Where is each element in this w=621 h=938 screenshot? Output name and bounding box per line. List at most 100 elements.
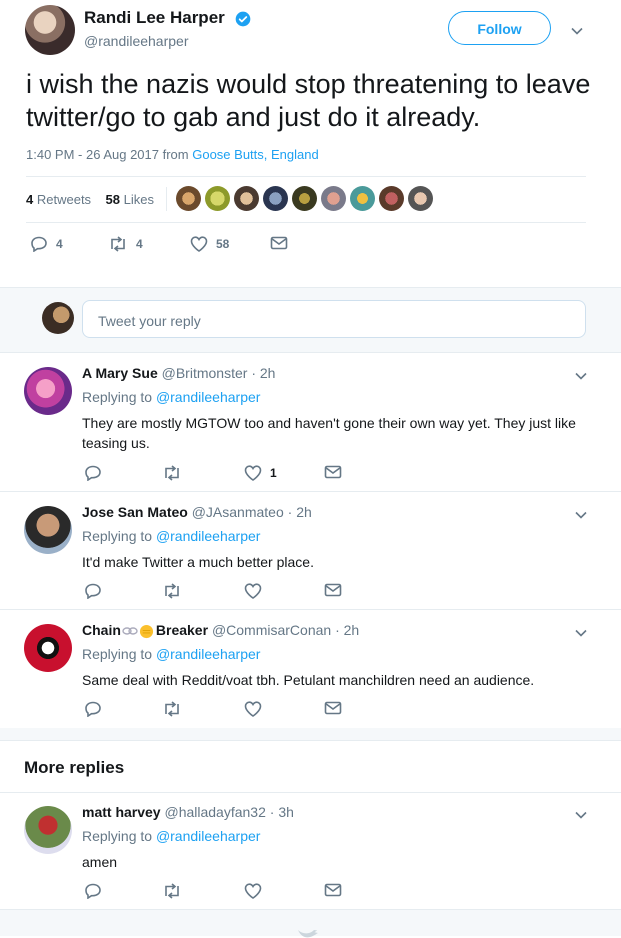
retweet-count: 4: [136, 237, 143, 251]
liker-avatar[interactable]: [321, 186, 346, 211]
reply-action[interactable]: 4: [30, 236, 63, 252]
dm-action[interactable]: [324, 701, 342, 715]
replying-to-link[interactable]: @randileeharper: [156, 389, 261, 405]
reply-actions: [84, 701, 364, 721]
reply-text: It'd make Twitter a much better place.: [82, 554, 314, 570]
dm-icon: [324, 701, 342, 715]
author-avatar[interactable]: [25, 5, 75, 55]
replying-to-link[interactable]: @randileeharper: [156, 528, 261, 544]
current-user-avatar: [42, 302, 74, 334]
heart-icon: [190, 236, 208, 252]
reply-avatar[interactable]: [24, 806, 72, 854]
chevron-down-icon[interactable]: [574, 626, 588, 640]
reply-action[interactable]: [84, 583, 102, 599]
like-count: 1: [270, 466, 277, 480]
reply-author-name-part2[interactable]: Breaker: [156, 622, 208, 638]
reply-input-placeholder: Tweet your reply: [98, 313, 201, 329]
reply-item[interactable]: A Mary Sue @Britmonster · 2h Replying to…: [0, 353, 621, 492]
liker-avatar[interactable]: [350, 186, 375, 211]
reply-actions: [84, 583, 364, 603]
retweet-icon: [165, 701, 179, 717]
reply-input[interactable]: Tweet your reply: [82, 300, 586, 338]
dm-icon: [324, 583, 342, 597]
retweet-action[interactable]: [162, 583, 182, 599]
reply-item[interactable]: Chain Breaker @CommisarConan · 2h Replyin…: [0, 610, 621, 728]
chevron-down-icon[interactable]: [574, 808, 588, 822]
liker-avatar[interactable]: [234, 186, 259, 211]
reply-icon: [85, 883, 101, 899]
chevron-down-icon[interactable]: [574, 369, 588, 383]
replying-to: Replying to @randileeharper: [82, 528, 261, 544]
reply-author-handle[interactable]: @halladayfan32: [164, 804, 265, 820]
retweet-icon: [165, 583, 179, 599]
reply-author-name[interactable]: Jose San Mateo: [82, 504, 188, 520]
dm-icon: [270, 236, 288, 250]
dm-action[interactable]: [270, 236, 288, 250]
author-handle[interactable]: @randileeharper: [84, 33, 189, 49]
chevron-down-icon[interactable]: [570, 24, 584, 38]
dm-icon: [324, 883, 342, 897]
reply-time[interactable]: 2h: [296, 504, 312, 520]
retweet-action[interactable]: 4: [108, 236, 143, 252]
reply-author-name[interactable]: A Mary Sue: [82, 365, 158, 381]
retweet-icon: [165, 465, 179, 481]
liker-avatar[interactable]: [292, 186, 317, 211]
like-action[interactable]: [244, 883, 262, 899]
reply-author-handle[interactable]: @JAsanmateo: [192, 504, 284, 520]
heart-icon: [244, 701, 262, 717]
likes-stat[interactable]: 58 Likes: [106, 192, 154, 207]
liker-avatar[interactable]: [379, 186, 404, 211]
liker-avatar[interactable]: [263, 186, 288, 211]
reply-author-name[interactable]: matt harvey: [82, 804, 161, 820]
liker-avatar[interactable]: [205, 186, 230, 211]
liker-avatar[interactable]: [408, 186, 433, 211]
tweet-timestamp[interactable]: 1:40 PM - 26 Aug 2017: [26, 147, 159, 162]
reply-author-name[interactable]: Chain: [82, 622, 121, 638]
reply-avatar[interactable]: [24, 506, 72, 554]
reply-item[interactable]: matt harvey @halladayfan32 · 3h Replying…: [0, 792, 621, 910]
heart-icon: [244, 465, 262, 481]
retweets-stat[interactable]: 4 Retweets: [26, 192, 91, 207]
stats-separator: [166, 187, 167, 211]
reply-time[interactable]: 2h: [344, 622, 360, 638]
chain-emoji-icon: [122, 627, 138, 635]
reply-time[interactable]: 3h: [278, 804, 294, 820]
reply-header: Chain Breaker @CommisarConan · 2h: [82, 622, 360, 638]
replying-to-link[interactable]: @randileeharper: [156, 646, 261, 662]
like-action[interactable]: 58: [190, 236, 229, 252]
reply-action[interactable]: [84, 465, 102, 481]
replying-to: Replying to @randileeharper: [82, 646, 261, 662]
tweet-actions: 4 4 58: [30, 236, 330, 258]
reply-time[interactable]: 2h: [260, 365, 276, 381]
like-action[interactable]: 1: [244, 465, 277, 481]
reply-text: Same deal with Reddit/voat tbh. Petulant…: [82, 672, 535, 688]
retweet-action[interactable]: [162, 701, 182, 717]
reply-author-handle[interactable]: @Britmonster: [162, 365, 248, 381]
divider: [26, 222, 586, 223]
reply-action[interactable]: [84, 883, 102, 899]
replying-to: Replying to @randileeharper: [82, 389, 261, 405]
more-replies-heading: More replies: [24, 758, 125, 777]
dm-action[interactable]: [324, 883, 342, 897]
retweet-action[interactable]: [162, 465, 182, 481]
author-name[interactable]: Randi Lee Harper: [84, 8, 251, 28]
verified-icon: [235, 11, 250, 26]
reply-item[interactable]: Jose San Mateo @JAsanmateo · 2h Replying…: [0, 492, 621, 610]
chevron-down-icon[interactable]: [574, 508, 588, 522]
reply-icon: [85, 583, 101, 599]
reply-avatar[interactable]: [24, 367, 72, 415]
retweet-icon: [111, 236, 125, 252]
replying-to-link[interactable]: @randileeharper: [156, 828, 261, 844]
like-action[interactable]: [244, 583, 262, 599]
reply-author-handle[interactable]: @CommisarConan: [212, 622, 331, 638]
follow-button[interactable]: Follow: [448, 11, 551, 45]
like-action[interactable]: [244, 701, 262, 717]
tweet-location[interactable]: Goose Butts, England: [192, 147, 318, 162]
reply-avatar[interactable]: [24, 624, 72, 672]
reply-action[interactable]: [84, 701, 102, 717]
dm-action[interactable]: [324, 465, 342, 479]
retweet-action[interactable]: [162, 883, 182, 899]
dm-action[interactable]: [324, 583, 342, 597]
liker-avatar[interactable]: [176, 186, 201, 211]
author-name-text[interactable]: Randi Lee Harper: [84, 8, 225, 27]
